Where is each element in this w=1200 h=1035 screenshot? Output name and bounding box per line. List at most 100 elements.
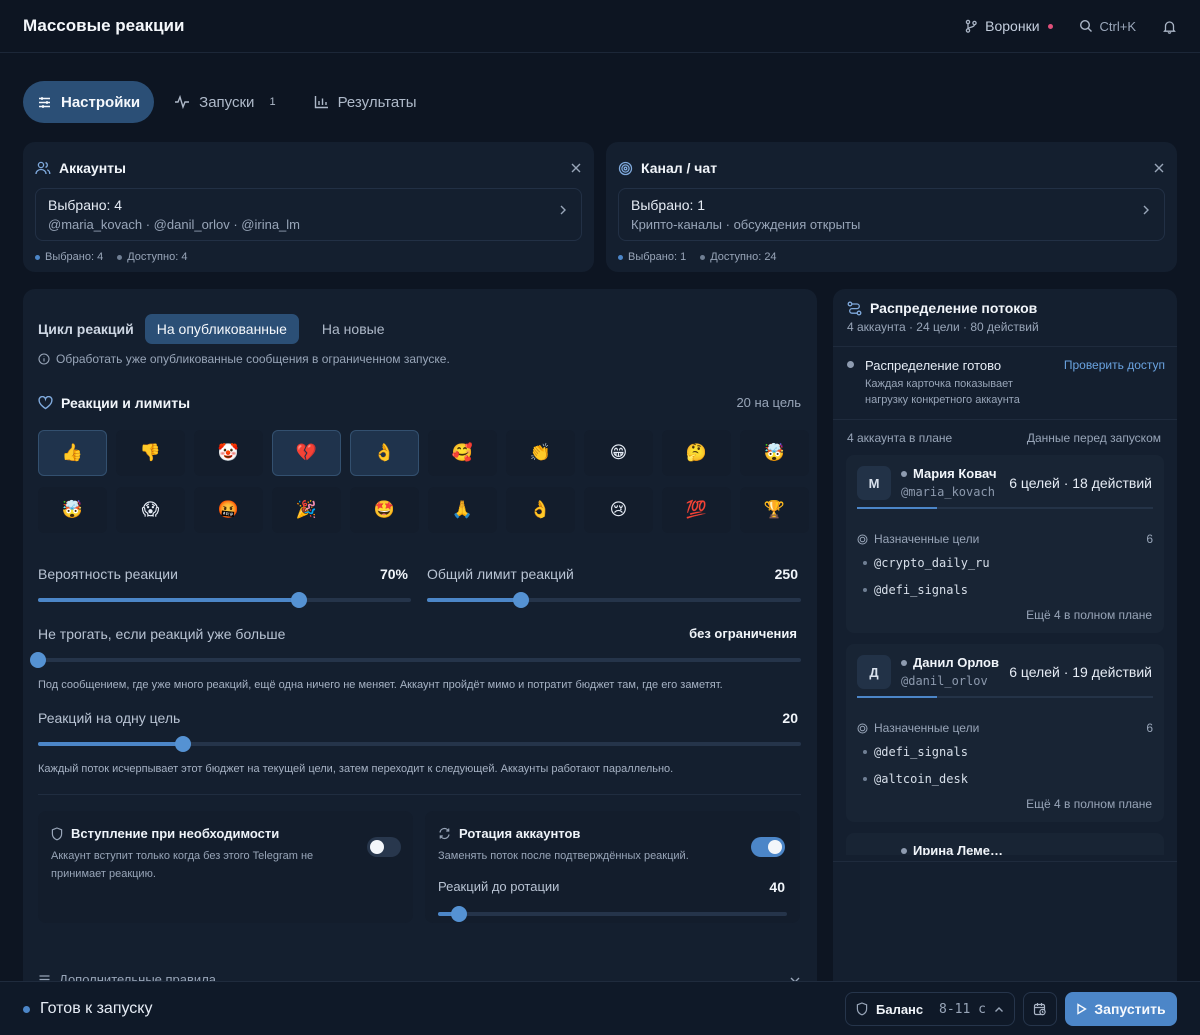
total-limit-value: 250 [774,566,798,582]
emoji-reaction-button[interactable]: 💯 [662,487,731,533]
funnels-button[interactable]: Воронки [964,18,1053,34]
emoji-reaction-button[interactable]: 👌 [506,487,575,533]
account-load-card[interactable]: Д Данил Орлов @danil_orlov 6 целей · 19 … [846,644,1164,822]
emoji-reaction-button[interactable]: 👍 [38,430,107,476]
search-shortcut: Ctrl+K [1099,18,1136,34]
users-icon [35,161,51,175]
join-option-title: Вступление при необходимости [71,826,280,841]
notifications-button[interactable] [1162,19,1177,34]
skip-threshold-note: Под сообщением, где уже много реакций, е… [38,679,723,691]
probability-value: 70% [379,566,408,582]
run-label: Запустить [1094,1001,1166,1017]
close-icon[interactable] [570,162,582,174]
channel-selector[interactable]: Выбрано: 1 Крипто-каналы · обсуждения от… [618,188,1165,241]
rotation-toggle[interactable] [751,837,785,857]
status-text: Готов к запуску [40,1000,153,1017]
emoji-reaction-button[interactable]: 🏆 [740,487,809,533]
rotation-slider[interactable] [438,906,787,922]
cycle-option-new[interactable]: На новые [310,314,397,344]
channel-stat-selected: Выбрано: 1 [628,251,687,263]
close-icon[interactable] [1153,162,1165,174]
join-toggle[interactable] [367,837,401,857]
slider-knob[interactable] [30,652,46,668]
run-button[interactable]: Запустить [1065,992,1177,1026]
targets-count: 6 [1146,532,1153,546]
account-load-card[interactable]: Ирина Леме… [846,833,1164,855]
bottom-bar: Готов к запуску Баланс 8-11 с Запустить [0,981,1200,1035]
rotation-option-desc: Заменять поток после подтверждённых реак… [438,850,689,862]
slider-knob[interactable] [291,592,308,608]
chevron-right-icon [1142,204,1150,216]
accounts-card: Аккаунты Выбрано: 4 @maria_kovach · @dan… [23,142,594,272]
emoji-reaction-button[interactable]: 🎉 [272,487,341,533]
account-handle: @danil_orlov [901,674,988,688]
rotation-option: Ротация аккаунтов Заменять поток после п… [425,811,800,923]
per-target-note: Каждый поток исчерпывает этот бюджет на … [38,763,674,775]
tab-results-label: Результаты [337,93,417,111]
accounts-title: Аккаунты [59,160,126,176]
probability-slider[interactable] [38,592,411,608]
balance-button[interactable]: Баланс 8-11 с [845,992,1015,1026]
avatar: Д [857,655,891,689]
main-tabs: Настройки Запуски 1 Результаты [23,81,431,123]
load-bar [857,507,1153,509]
target-icon [857,723,868,734]
emoji-reaction-button[interactable]: 🤩 [350,487,419,533]
divider [833,346,1177,347]
slider-knob[interactable] [174,736,191,752]
emoji-reaction-button[interactable]: 👏 [506,430,575,476]
cycle-option-published[interactable]: На опубликованные [144,314,299,344]
emoji-reaction-button[interactable]: 🙏 [428,487,497,533]
tab-runs[interactable]: Запуски 1 [160,81,289,123]
divider [38,794,801,795]
skip-threshold-slider[interactable] [30,652,801,668]
play-icon [1076,1003,1088,1015]
emoji-reaction-button[interactable]: 👎 [116,430,185,476]
slider-knob[interactable] [512,592,529,608]
tab-settings[interactable]: Настройки [23,81,155,123]
emoji-reaction-button[interactable]: 🥰 [428,430,497,476]
bell-icon [1162,19,1177,34]
total-limit-slider[interactable] [427,592,801,608]
account-stats: 6 целей · 19 действий [1009,664,1152,680]
emoji-reaction-button[interactable]: 😁 [584,430,653,476]
emoji-reaction-button[interactable]: 🤔 [662,430,731,476]
schedule-button[interactable] [1023,992,1057,1026]
targets-label: Назначенные цели [874,721,980,735]
search-button[interactable]: Ctrl+K [1079,19,1136,34]
account-load-card[interactable]: М Мария Ковач @maria_kovach 6 целей · 18… [846,455,1164,633]
account-stats: 6 целей · 18 действий [1009,475,1152,491]
accounts-stats: Выбрано: 4 Доступно: 4 [35,251,582,263]
tab-runs-label: Запуски [199,93,255,111]
targets-label: Назначенные цели [874,532,980,546]
check-access-link[interactable]: Проверить доступ [1064,358,1165,372]
slider-knob[interactable] [450,906,467,922]
shield-icon [51,826,63,841]
extra-rules-row[interactable]: Дополнительные правила [38,972,801,981]
reactions-meta: 20 на цель [736,395,801,410]
distribution-title-row: Распределение потоков [847,300,1037,316]
join-option: Вступление при необходимости Аккаунт вст… [38,811,413,923]
emoji-reaction-button[interactable]: 👌 [350,430,419,476]
targets-count: 6 [1146,721,1153,735]
emoji-reaction-button[interactable]: 🤯 [38,487,107,533]
accounts-selector[interactable]: Выбрано: 4 @maria_kovach · @danil_orlov … [35,188,582,241]
emoji-reaction-button[interactable]: 💔 [272,430,341,476]
app-title: Массовые реакции [23,16,185,35]
emoji-reaction-button[interactable]: 😢 [584,487,653,533]
emoji-reaction-button[interactable]: 🤡 [194,430,263,476]
tab-results[interactable]: Результаты [300,81,431,123]
per-target-value: 20 [782,710,798,726]
rotation-label: Реакций до ротации [438,879,560,894]
sliders-icon [38,973,51,981]
emoji-reaction-button[interactable]: 🤬 [194,487,263,533]
emoji-reaction-button[interactable]: 😱 [116,487,185,533]
cycle-hint: Обработать уже опубликованные сообщения … [38,352,450,366]
reactions-title: Реакции и лимиты [61,395,191,411]
balance-label: Баланс [876,1001,924,1017]
divider [833,419,1177,420]
total-limit-label: Общий лимит реакций [427,566,574,582]
per-target-slider[interactable] [38,736,801,752]
emoji-reaction-button[interactable]: 🤯 [740,430,809,476]
top-bar: Массовые реакции Воронки Ctrl+K [0,0,1200,53]
